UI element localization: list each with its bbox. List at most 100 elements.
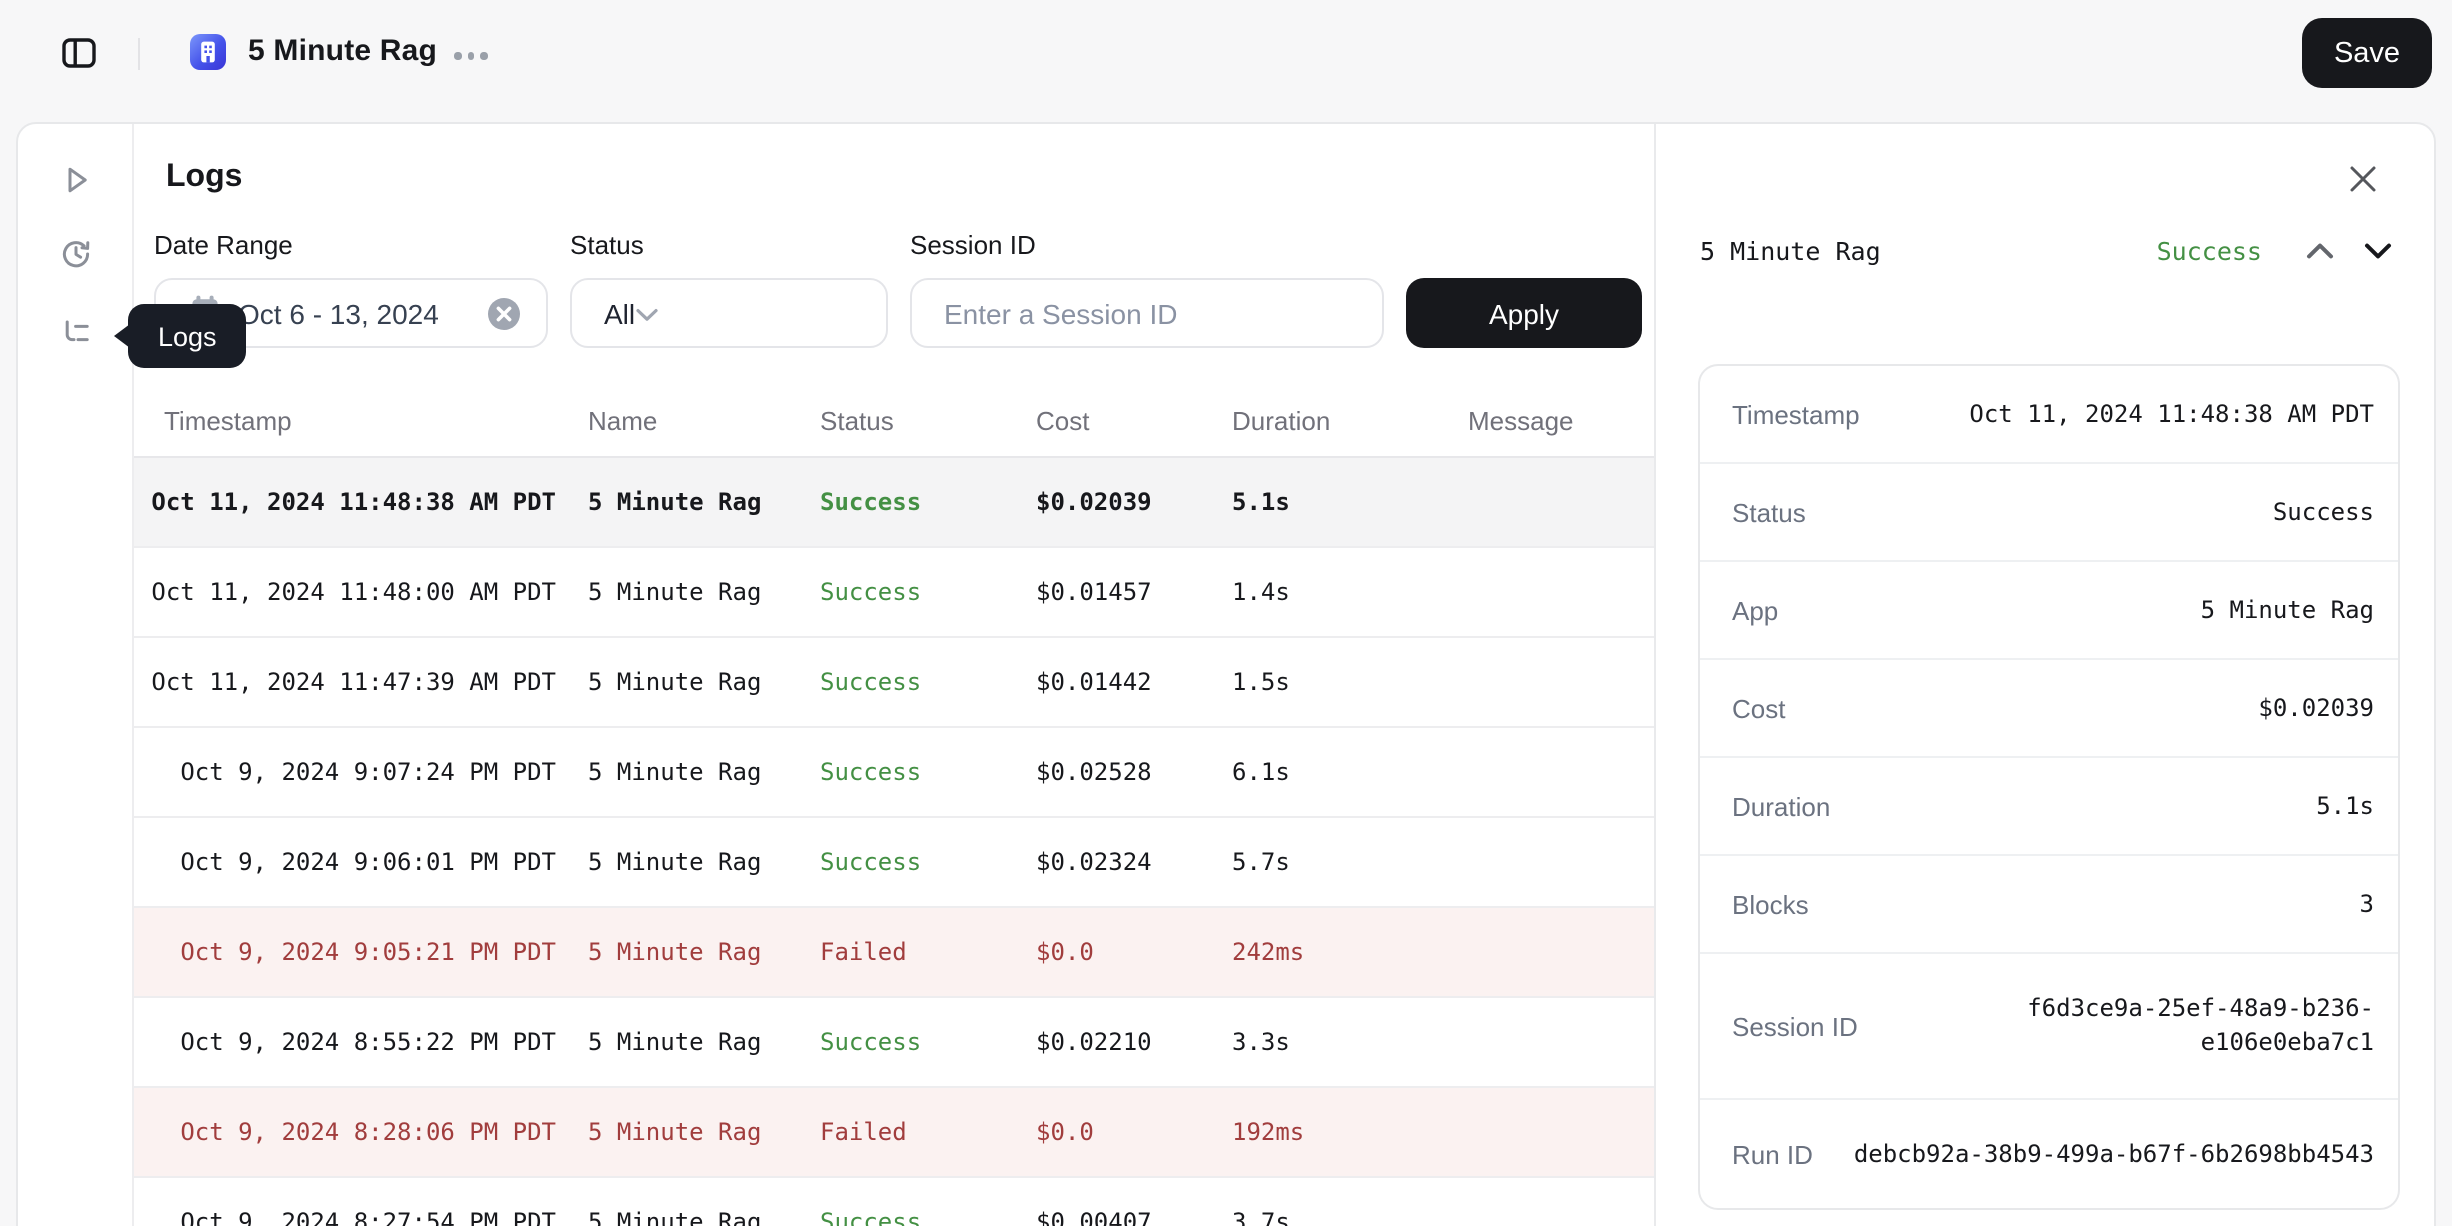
cell-name: 5 Minute Rag xyxy=(556,1028,788,1056)
cell-cost: $0.0 xyxy=(1004,1118,1200,1146)
cell-status: Success xyxy=(788,1028,1004,1056)
list-tree-icon xyxy=(57,315,93,357)
table-row[interactable]: Oct 9, 2024 9:07:24 PM PDT 5 Minute Rag … xyxy=(134,728,1654,818)
date-range-label: Date Range xyxy=(154,230,548,260)
detail-label: Run ID xyxy=(1732,1139,1813,1169)
cell-duration: 1.5s xyxy=(1200,668,1436,696)
cell-cost: $0.0 xyxy=(1004,938,1200,966)
cell-timestamp: Oct 9, 2024 9:07:24 PM PDT xyxy=(134,758,556,786)
detail-label: Duration xyxy=(1732,791,1830,821)
detail-row: Cost $0.02039 xyxy=(1700,660,2398,758)
run-detail-card: Timestamp Oct 11, 2024 11:48:38 AM PDT S… xyxy=(1698,364,2400,1210)
cell-cost: $0.01457 xyxy=(1004,578,1200,606)
run-button[interactable] xyxy=(47,154,103,210)
table-row[interactable]: Oct 9, 2024 9:06:01 PM PDT 5 Minute Rag … xyxy=(134,818,1654,908)
cell-timestamp: Oct 9, 2024 9:06:01 PM PDT xyxy=(134,848,556,876)
cell-cost: $0.02039 xyxy=(1004,488,1200,516)
filters-bar: Date Range Oct 6 - 13, 2024 Status All xyxy=(154,230,1642,348)
table-row[interactable]: Oct 9, 2024 9:05:21 PM PDT 5 Minute Rag … xyxy=(134,908,1654,998)
detail-value: $0.02039 xyxy=(1801,691,2374,725)
table-row[interactable]: Oct 11, 2024 11:48:38 AM PDT 5 Minute Ra… xyxy=(134,458,1654,548)
detail-row: Run ID debcb92a-38b9-499a-b67f-6b2698bb4… xyxy=(1700,1100,2398,1208)
cell-cost: $0.00407 xyxy=(1004,1208,1200,1226)
cell-status: Success xyxy=(788,1208,1004,1226)
table-row[interactable]: Oct 9, 2024 8:28:06 PM PDT 5 Minute Rag … xyxy=(134,1088,1654,1178)
detail-value: 3 xyxy=(1825,887,2374,921)
detail-row: App 5 Minute Rag xyxy=(1700,562,2398,660)
cell-timestamp: Oct 9, 2024 9:05:21 PM PDT xyxy=(134,938,556,966)
cell-cost: $0.02528 xyxy=(1004,758,1200,786)
save-button[interactable]: Save xyxy=(2302,18,2432,88)
cell-cost: $0.02210 xyxy=(1004,1028,1200,1056)
detail-label: App xyxy=(1732,595,1778,625)
session-id-filter: Session ID xyxy=(910,230,1384,348)
sidebar-toggle-button[interactable] xyxy=(56,34,100,78)
table-row[interactable]: Oct 9, 2024 8:27:54 PM PDT 5 Minute Rag … xyxy=(134,1178,1654,1226)
logs-button[interactable] xyxy=(47,308,103,364)
table-row[interactable]: Oct 11, 2024 11:47:39 AM PDT 5 Minute Ra… xyxy=(134,638,1654,728)
cell-cost: $0.02324 xyxy=(1004,848,1200,876)
cell-timestamp: Oct 9, 2024 8:28:06 PM PDT xyxy=(134,1118,556,1146)
column-header-timestamp: Timestamp xyxy=(134,406,556,436)
cell-name: 5 Minute Rag xyxy=(556,488,788,516)
detail-row: Status Success xyxy=(1700,464,2398,562)
more-options-button[interactable] xyxy=(454,52,487,59)
table-row[interactable]: Oct 11, 2024 11:48:00 AM PDT 5 Minute Ra… xyxy=(134,548,1654,638)
cell-duration: 5.1s xyxy=(1200,488,1436,516)
cell-status: Success xyxy=(788,668,1004,696)
apply-button[interactable]: Apply xyxy=(1406,278,1642,348)
history-clock-icon xyxy=(57,235,93,277)
cell-timestamp: Oct 11, 2024 11:47:39 AM PDT xyxy=(134,668,556,696)
detail-value: debcb92a-38b9-499a-b67f-6b2698bb4543 xyxy=(1829,1137,2374,1171)
previous-run-button[interactable] xyxy=(2304,234,2336,266)
app-window: 5 Minute Rag Save Logs xyxy=(0,0,2452,1226)
logs-panel-title: Logs xyxy=(166,160,242,196)
detail-row: Timestamp Oct 11, 2024 11:48:38 AM PDT xyxy=(1700,366,2398,464)
cell-name: 5 Minute Rag xyxy=(556,1208,788,1226)
cell-duration: 3.3s xyxy=(1200,1028,1436,1056)
history-button[interactable] xyxy=(47,228,103,284)
top-bar: 5 Minute Rag Save xyxy=(0,0,2452,122)
detail-value: Oct 11, 2024 11:48:38 AM PDT xyxy=(1876,397,2374,431)
detail-label: Timestamp xyxy=(1732,399,1860,429)
detail-row: Session ID f6d3ce9a-25ef-48a9-b236-e106e… xyxy=(1700,954,2398,1100)
chevron-down-icon xyxy=(2364,235,2392,265)
cell-duration: 242ms xyxy=(1200,938,1436,966)
next-run-button[interactable] xyxy=(2362,234,2394,266)
header-divider xyxy=(138,38,140,70)
cell-duration: 5.7s xyxy=(1200,848,1436,876)
logs-table: Timestamp Name Status Cost Duration Mess… xyxy=(134,386,1654,1226)
status-label: Status xyxy=(570,230,888,260)
detail-label: Cost xyxy=(1732,693,1785,723)
detail-label: Session ID xyxy=(1732,1011,1858,1041)
cell-status: Failed xyxy=(788,938,1004,966)
cell-cost: $0.01442 xyxy=(1004,668,1200,696)
detail-value: 5.1s xyxy=(1846,789,2374,823)
app-icon xyxy=(190,34,226,70)
cell-timestamp: Oct 9, 2024 8:27:54 PM PDT xyxy=(134,1208,556,1226)
logs-panel: Logs Logs Date Range Oct 6 - 13, 2024 xyxy=(16,122,2436,1226)
cell-duration: 3.7s xyxy=(1200,1208,1436,1226)
clear-date-button[interactable] xyxy=(488,297,520,329)
status-select[interactable]: All xyxy=(570,278,888,348)
cell-name: 5 Minute Rag xyxy=(556,758,788,786)
table-header: Timestamp Name Status Cost Duration Mess… xyxy=(134,386,1654,458)
cell-timestamp: Oct 11, 2024 11:48:38 AM PDT xyxy=(134,488,556,516)
cell-name: 5 Minute Rag xyxy=(556,578,788,606)
session-id-input[interactable] xyxy=(912,280,1382,346)
cell-name: 5 Minute Rag xyxy=(556,668,788,696)
detail-row: Blocks 3 xyxy=(1700,856,2398,954)
detail-row: Duration 5.1s xyxy=(1700,758,2398,856)
detail-header: 5 Minute Rag Success xyxy=(1700,228,2394,272)
column-header-name: Name xyxy=(556,406,788,436)
date-range-value: Oct 6 - 13, 2024 xyxy=(238,297,439,329)
cell-duration: 192ms xyxy=(1200,1118,1436,1146)
cell-name: 5 Minute Rag xyxy=(556,938,788,966)
detail-status-badge: Success xyxy=(2157,235,2262,265)
status-select-value: All xyxy=(604,297,635,329)
column-header-status: Status xyxy=(788,406,1004,436)
detail-label: Status xyxy=(1732,497,1806,527)
column-header-duration: Duration xyxy=(1200,406,1436,436)
cell-status: Success xyxy=(788,578,1004,606)
table-row[interactable]: Oct 9, 2024 8:55:22 PM PDT 5 Minute Rag … xyxy=(134,998,1654,1088)
